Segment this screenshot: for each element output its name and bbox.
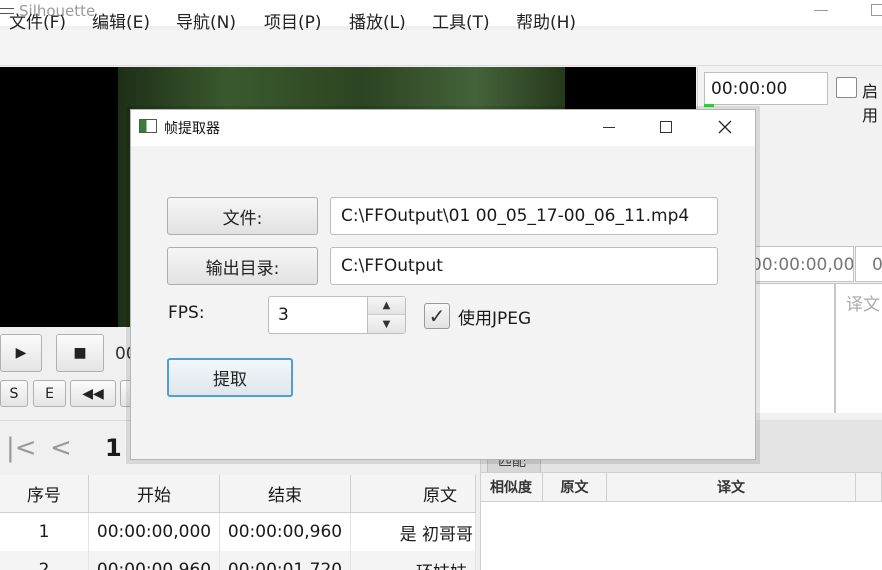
menu-playback[interactable]: 播放(L) xyxy=(349,8,406,33)
menu-help[interactable]: 帮助(H) xyxy=(516,8,576,33)
set-end-button[interactable]: E xyxy=(33,380,66,407)
column-header-index[interactable]: 序号 xyxy=(0,475,89,513)
menu-project[interactable]: 项目(P) xyxy=(264,8,322,33)
use-jpeg-checkbox[interactable]: ✓ xyxy=(424,303,450,329)
choose-file-button[interactable]: 文件: xyxy=(167,197,318,235)
current-time-field[interactable]: 00:00:00 xyxy=(704,72,828,105)
translation-placeholder[interactable]: 译文 xyxy=(846,290,880,315)
fps-decrement-icon[interactable]: ▼ xyxy=(367,315,405,333)
stop-button[interactable]: ■ xyxy=(56,334,104,372)
column-header-similar-translation[interactable]: 译文 xyxy=(607,472,856,502)
start-time-field[interactable]: 00:00:00,000 xyxy=(744,246,854,282)
close-icon xyxy=(718,120,732,134)
menu-file[interactable]: 文件(F) xyxy=(9,8,66,33)
prev-page-icon[interactable]: < xyxy=(50,433,72,463)
menu-navigate[interactable]: 导航(N) xyxy=(176,8,236,33)
column-header-original[interactable]: 原文 xyxy=(351,475,476,513)
table-cell[interactable]: 00:00:01,720 xyxy=(220,551,351,570)
column-header-start[interactable]: 开始 xyxy=(89,475,220,513)
use-jpeg-label[interactable]: 使用JPEG xyxy=(458,304,531,329)
maximize-icon[interactable] xyxy=(871,4,882,16)
dialog-maximize-icon[interactable] xyxy=(652,114,680,140)
dialog-close-icon[interactable] xyxy=(711,114,739,140)
minimize-icon[interactable] xyxy=(814,10,828,11)
output-dir-button[interactable]: 输出目录: xyxy=(167,247,318,285)
menu-edit[interactable]: 编辑(E) xyxy=(92,8,150,33)
table-cell[interactable]: 00:00:00,960 xyxy=(89,551,220,570)
dialog-app-icon xyxy=(139,119,157,133)
fps-label: FPS: xyxy=(168,303,205,323)
table-cell[interactable]: 2 xyxy=(0,551,89,570)
table-cell[interactable]: 00:00:00,960 xyxy=(220,513,351,551)
column-header-end[interactable]: 结束 xyxy=(220,475,351,513)
table-cell[interactable]: 环妹妹 xyxy=(351,551,476,570)
output-dir-field[interactable]: C:\FFOutput xyxy=(330,247,718,285)
text-area-divider[interactable] xyxy=(834,283,836,413)
fps-value[interactable]: 3 xyxy=(278,305,289,325)
column-header-similarity[interactable]: 相似度 xyxy=(480,472,543,502)
checkmark-icon: ✓ xyxy=(428,304,446,328)
table-cell[interactable]: 是 初哥哥 xyxy=(351,513,476,551)
dialog-minimize-icon[interactable] xyxy=(595,114,623,140)
enable-label: 启用 xyxy=(862,82,879,125)
menu-bar xyxy=(0,30,882,66)
dialog-title: 帧提取器 xyxy=(164,121,220,137)
end-time-field[interactable]: 0 xyxy=(855,246,882,282)
rewind-icon: ◀◀ xyxy=(82,385,104,402)
column-header-similar-original[interactable]: 原文 xyxy=(543,472,607,502)
stop-icon: ■ xyxy=(73,345,87,361)
enable-checkbox[interactable] xyxy=(836,77,857,98)
fps-increment-icon[interactable]: ▲ xyxy=(367,297,405,315)
extract-button[interactable]: 提取 xyxy=(167,358,293,397)
rewind-button[interactable]: ◀◀ xyxy=(70,380,116,407)
menu-tools[interactable]: 工具(T) xyxy=(432,8,490,33)
table-cell[interactable]: 00:00:00,000 xyxy=(89,513,220,551)
play-icon: ▶ xyxy=(15,345,27,361)
table-cell[interactable]: 1 xyxy=(0,513,89,551)
play-button[interactable]: ▶ xyxy=(0,334,42,372)
set-start-button[interactable]: S xyxy=(0,380,28,407)
first-page-icon[interactable]: |< xyxy=(6,433,37,463)
similar-table-body xyxy=(480,502,882,570)
page-number: 1 xyxy=(105,434,122,462)
file-path-field[interactable]: C:\FFOutput\01 00_05_17-00_06_11.mp4 xyxy=(330,197,718,235)
